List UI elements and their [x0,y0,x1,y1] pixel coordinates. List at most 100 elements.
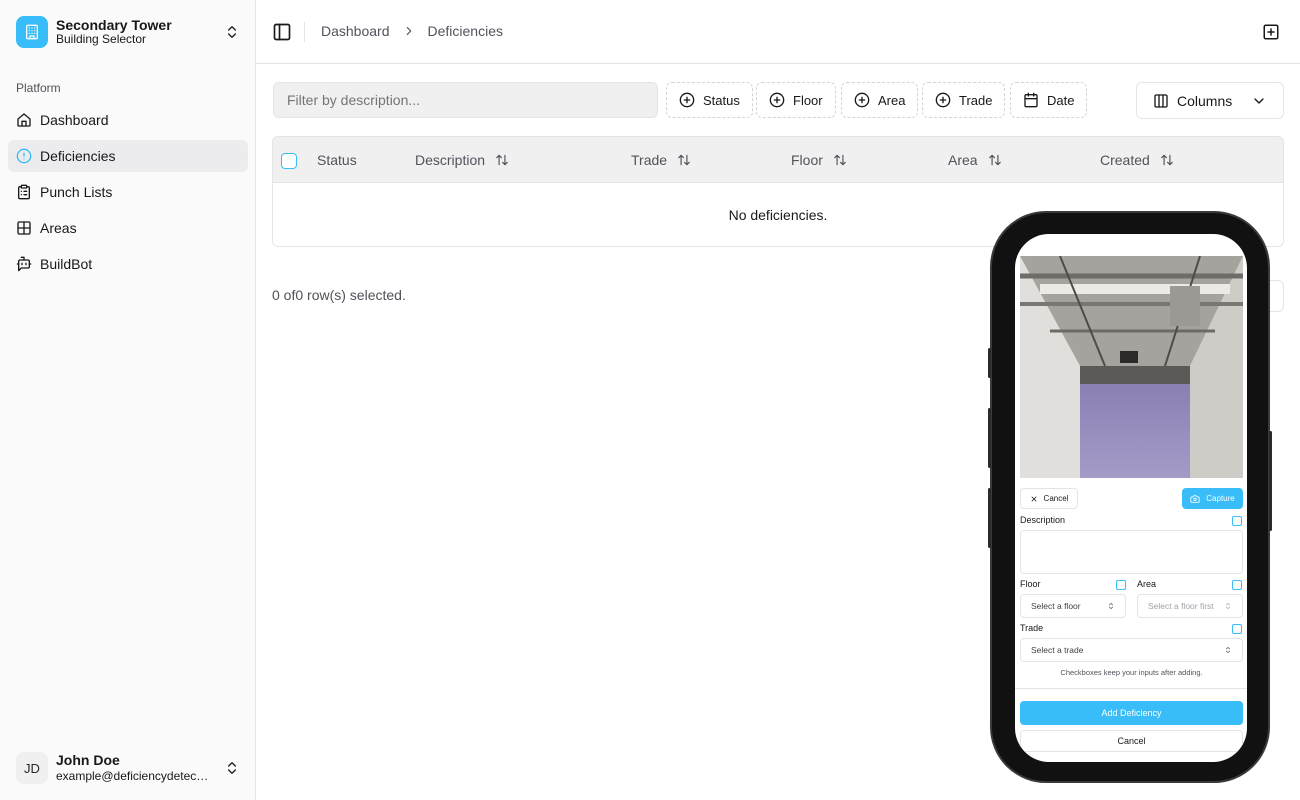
chevrons-up-down-icon [1226,603,1230,609]
user-email: example@deficiencydetect.... [56,769,211,784]
building-selector[interactable]: Secondary Tower Building Selector [8,8,248,56]
clipboard-list-icon [18,184,30,200]
sort-icon [988,154,1001,166]
add-square-icon[interactable] [1262,23,1280,41]
phone-side-button [988,488,991,548]
capture-label: Capture [1206,494,1235,503]
column-area[interactable]: Area [948,152,1002,168]
filter-label: Status [703,92,740,108]
chevrons-up-down-icon [1109,603,1113,609]
floor-label: Floor [1020,579,1041,589]
sidebar-nav: Dashboard Deficiencies Punch Lists Areas… [8,104,248,284]
sidebar-item-areas[interactable]: Areas [8,212,248,244]
filter-label: Area [878,92,906,108]
trade-label: Trade [1020,623,1044,633]
sidebar-item-label: Areas [40,220,77,236]
alert-circle-icon [16,148,32,164]
column-floor[interactable]: Floor [791,152,847,168]
camera-icon [1190,494,1200,503]
sidebar-item-dashboard[interactable]: Dashboard [8,104,248,136]
keep-floor-checkbox[interactable] [1116,580,1126,590]
keep-area-checkbox[interactable] [1232,580,1242,590]
filter-status-button[interactable]: Status [666,82,753,118]
nav-group-label: Platform [16,81,61,95]
floor-select-value: Select a floor [1031,601,1081,611]
layout-grid-icon [17,221,31,235]
camera-cancel-button[interactable]: Cancel [1020,488,1078,509]
keep-trade-checkbox[interactable] [1232,624,1242,634]
home-icon [17,113,31,127]
filter-label: Floor [793,92,823,108]
bot-message-icon [16,256,32,272]
area-label: Area [1137,579,1157,589]
chevrons-up-down-icon [1226,647,1230,653]
add-deficiency-button[interactable]: Add Deficiency [1020,701,1243,725]
trade-select-value: Select a trade [1031,645,1084,655]
sidebar-item-deficiencies[interactable]: Deficiencies [8,140,248,172]
chevron-down-icon [1254,97,1264,104]
column-status: Status [317,152,357,168]
capture-button[interactable]: Capture [1182,488,1243,509]
phone-mockup: Cancel Capture Description Floor Area Se… [988,211,1272,783]
table-header: Status Description Trade Floor Area Crea… [273,137,1283,183]
keep-description-checkbox[interactable] [1232,516,1242,526]
filter-date-button[interactable]: Date [1010,82,1088,118]
form-cancel-button[interactable]: Cancel [1020,730,1243,752]
breadcrumb-dashboard[interactable]: Dashboard [321,23,390,39]
sidebar-item-punch-lists[interactable]: Punch Lists [8,176,248,208]
filter-trade-button[interactable]: Trade [922,82,1006,118]
user-menu[interactable]: JD John Doe example@deficiencydetect.... [8,744,248,792]
calendar-icon [1024,92,1038,108]
select-all-checkbox[interactable] [281,153,297,169]
sort-icon [496,154,508,166]
area-select[interactable]: Select a floor first [1137,594,1243,618]
breadcrumb: Dashboard Deficiencies [321,23,503,39]
column-created[interactable]: Created [1100,152,1174,168]
filter-floor-button[interactable]: Floor [756,82,836,118]
sidebar-item-label: BuildBot [40,256,93,272]
breadcrumb-current: Deficiencies [427,23,503,39]
close-icon [1031,496,1036,501]
filter-area-button[interactable]: Area [841,82,919,118]
sidebar-item-label: Dashboard [40,112,109,128]
sidebar-toggle-icon[interactable] [272,22,292,42]
camera-cancel-label: Cancel [1043,494,1069,503]
plus-circle-icon [769,92,785,108]
plus-circle-icon [854,92,870,108]
chevrons-up-down-icon [228,762,236,774]
column-label: Floor [791,152,823,168]
column-label: Area [948,152,978,168]
columns-button[interactable]: Columns [1136,82,1284,119]
sort-icon [1160,154,1173,166]
sidebar: Secondary Tower Building Selector Platfo… [0,0,256,800]
column-label: Trade [631,152,668,168]
top-header: Dashboard Deficiencies [256,0,1300,64]
column-description[interactable]: Description [415,152,509,168]
camera-preview [1020,256,1243,478]
form-divider [1015,688,1247,689]
phone-side-button [988,408,991,468]
description-label: Description [1020,515,1066,525]
sort-icon [678,154,690,166]
plus-circle-icon [935,92,951,108]
chevron-right-icon [406,26,411,36]
sidebar-item-buildbot[interactable]: BuildBot [8,248,248,280]
app-root: Secondary Tower Building Selector Platfo… [0,0,1300,800]
columns-label: Columns [1177,92,1233,109]
phone-side-button [988,348,991,378]
column-trade[interactable]: Trade [631,152,691,168]
chevrons-up-down-icon [228,26,236,38]
building-subtitle: Building Selector [56,32,147,47]
floor-select[interactable]: Select a floor [1020,594,1126,618]
description-textarea[interactable] [1020,530,1243,574]
sort-icon [834,154,846,166]
building-icon [16,16,48,48]
trade-select[interactable]: Select a trade [1020,638,1243,662]
building-name: Secondary Tower [56,17,172,34]
column-label: Status [317,152,357,168]
area-select-value: Select a floor first [1148,601,1214,611]
filter-description-input[interactable] [273,82,658,118]
phone-side-button [1269,431,1272,531]
column-label: Description [415,152,486,168]
filter-label: Trade [959,92,993,108]
